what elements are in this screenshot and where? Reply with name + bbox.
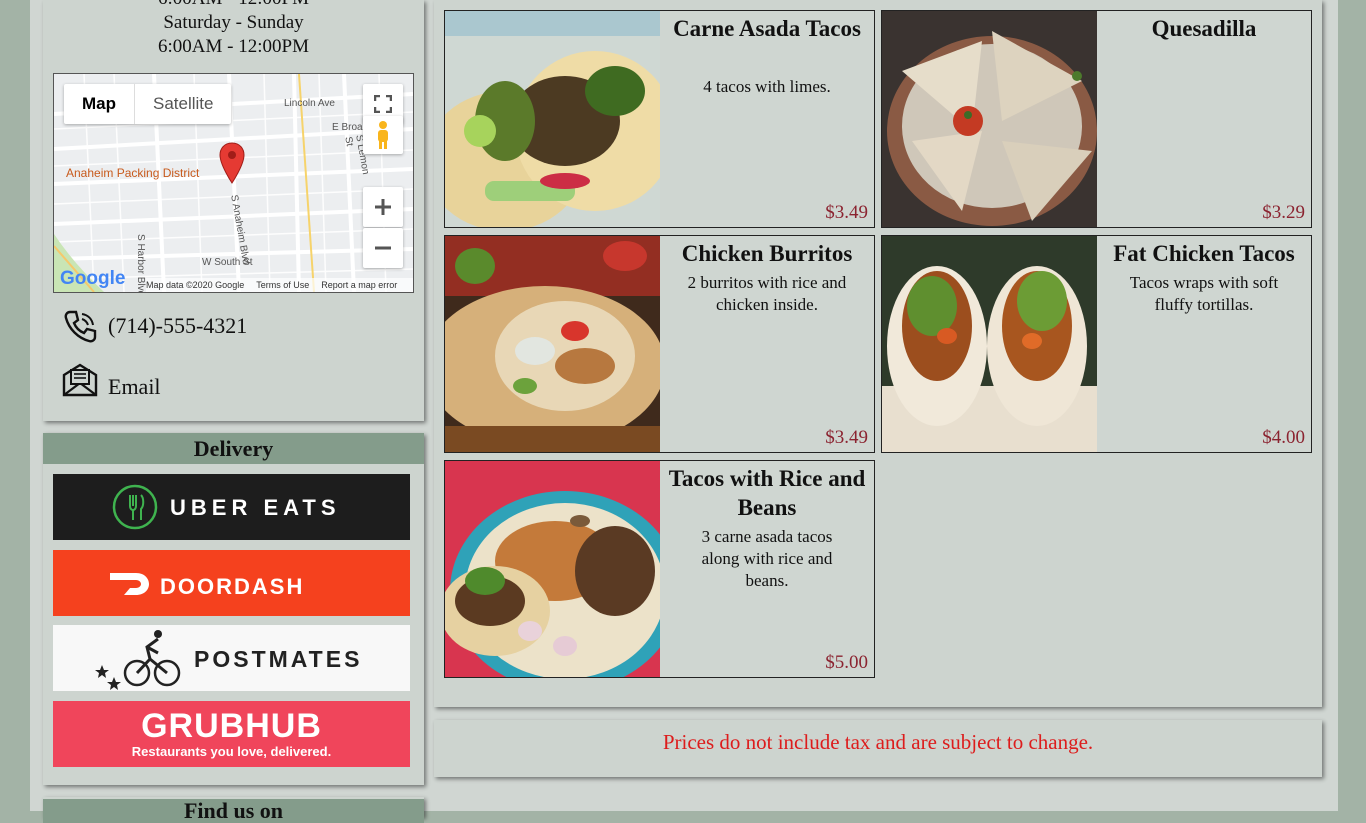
location-pin-icon[interactable]	[218, 141, 246, 185]
email-link[interactable]: Email	[108, 374, 161, 400]
map-footer: Map data ©2020 Google Terms of Use Repor…	[146, 278, 413, 292]
grubhub-tagline: Restaurants you love, delivered.	[131, 744, 332, 759]
menu-card-carne-asada[interactable]: Carne Asada Tacos 4 tacos with limes. $3…	[444, 10, 875, 228]
doordash-button[interactable]: DOORDASH	[53, 550, 410, 616]
menu-item-name: Carne Asada Tacos	[673, 16, 861, 41]
menu-item-price: $3.49	[825, 202, 868, 223]
plus-icon	[375, 199, 391, 215]
zoom-out-button[interactable]	[363, 228, 403, 268]
weekday-hours-partial: 6:00AM - 12:00PM	[43, 0, 424, 10]
delivery-panel: Delivery UBER EATS DOORDASH POSTMATES GR…	[43, 433, 424, 785]
price-notice-panel: Prices do not include tax and are subjec…	[434, 720, 1322, 777]
menu-item-description: 3 carne asada tacos along with rice and …	[701, 527, 833, 590]
menu-item-description: Tacos wraps with soft fluffy tortillas.	[1129, 273, 1279, 314]
menu-item-name: Quesadilla	[1151, 16, 1257, 41]
uber-eats-label: UBER EATS	[170, 495, 341, 520]
zoom-in-button[interactable]	[363, 187, 403, 227]
postmates-logo: POSTMATES	[94, 630, 362, 690]
delivery-title: Delivery	[43, 433, 424, 464]
phone-icon	[64, 310, 97, 343]
postmates-label: POSTMATES	[194, 646, 362, 672]
phone-row[interactable]: (714)-555-4321	[62, 308, 247, 344]
menu-card-tacos-rice-beans[interactable]: Tacos with Rice and Beans 3 carne asada …	[444, 460, 875, 678]
quesadilla-image	[882, 11, 1097, 227]
map-report-link[interactable]: Report a map error	[321, 280, 397, 290]
street-south: W South St	[202, 257, 253, 268]
weekend-hours: 6:00AM - 12:00PM	[158, 36, 309, 57]
uber-eats-button[interactable]: UBER EATS	[53, 474, 410, 540]
carne-asada-tacos-image	[445, 11, 660, 227]
menu-item-price: $5.00	[825, 652, 868, 673]
tacos-rice-beans-image	[445, 461, 660, 677]
menu-item-price: $4.00	[1262, 427, 1305, 448]
menu-card-fat-chicken-tacos[interactable]: Fat Chicken Tacos Tacos wraps with soft …	[881, 235, 1312, 453]
menu-card-chicken-burritos[interactable]: Chicken Burritos 2 burritos with rice an…	[444, 235, 875, 453]
street-lincoln: Lincoln Ave	[284, 98, 335, 109]
email-row[interactable]: Email	[62, 358, 161, 400]
district-label: Anaheim Packing District	[66, 166, 200, 180]
postmates-button[interactable]: POSTMATES	[53, 625, 410, 691]
tab-map[interactable]: Map	[64, 84, 135, 124]
doordash-logo: DOORDASH	[109, 573, 304, 599]
price-notice: Prices do not include tax and are subjec…	[662, 730, 1094, 754]
find-us-panel: Find us on	[43, 797, 424, 823]
google-map[interactable]: Lincoln Ave E Broad S Harbor Blvd S Anah…	[53, 73, 414, 293]
grubhub-button[interactable]: GRUBHUB Restaurants you love, delivered.	[53, 701, 410, 767]
menu-item-price: $3.49	[825, 427, 868, 448]
grubhub-label: GRUBHUB	[141, 707, 322, 745]
doordash-label: DOORDASH	[160, 574, 304, 599]
menu-item-name: Fat Chicken Tacos	[1113, 241, 1295, 266]
menu-item-description: 4 tacos with limes.	[703, 77, 831, 96]
pegman-icon	[378, 121, 388, 149]
menu-card-quesadilla[interactable]: Quesadilla $3.29	[881, 10, 1312, 228]
street-harbor: S Harbor Blvd	[135, 234, 146, 293]
menu-item-description: 2 burritos with rice and chicken inside.	[687, 273, 847, 314]
map-data-credit: Map data ©2020 Google	[146, 280, 245, 290]
weekend-days-label: Saturday - Sunday	[163, 12, 304, 33]
chicken-burritos-image	[445, 236, 660, 452]
fat-chicken-tacos-image	[882, 236, 1097, 452]
menu-item-price: $3.29	[1262, 202, 1305, 223]
street-view-button[interactable]	[363, 116, 403, 154]
tab-satellite[interactable]: Satellite	[135, 84, 231, 124]
find-us-title: Find us on	[43, 799, 424, 823]
menu-item-name: Chicken Burritos	[681, 241, 853, 266]
map-type-tabs: Map Satellite	[64, 84, 232, 124]
map-terms-link[interactable]: Terms of Use	[256, 280, 309, 290]
minus-icon	[375, 246, 391, 250]
phone-number[interactable]: (714)-555-4321	[108, 313, 247, 339]
uber-eats-logo: UBER EATS	[112, 484, 341, 530]
fullscreen-icon	[374, 95, 392, 113]
email-icon	[62, 363, 98, 397]
menu-item-name: Tacos with Rice and Beans	[668, 466, 866, 520]
google-logo: Google	[60, 268, 126, 289]
